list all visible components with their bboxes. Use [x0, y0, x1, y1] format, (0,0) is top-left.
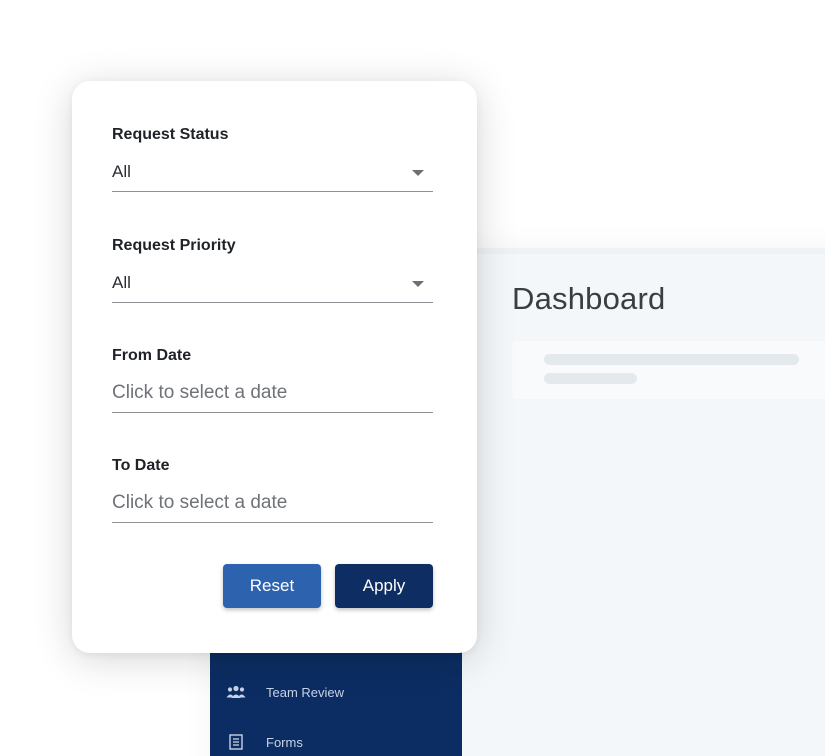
team-icon — [226, 683, 246, 701]
from-date-label: From Date — [112, 347, 192, 364]
request-status-value: All — [112, 161, 131, 181]
from-date-placeholder: Click to select a date — [112, 381, 288, 403]
sidebar-item-forms[interactable]: Forms — [210, 722, 462, 756]
request-status-field: Request Status All — [112, 126, 433, 192]
request-priority-select[interactable]: All — [112, 263, 433, 303]
to-date-label: To Date — [112, 457, 170, 474]
from-date-input[interactable]: Click to select a date — [112, 373, 433, 413]
request-priority-label: Request Priority — [112, 237, 236, 254]
forms-icon — [226, 733, 246, 751]
chevron-down-icon — [412, 281, 424, 287]
content-card — [512, 341, 825, 399]
apply-button[interactable]: Apply — [335, 564, 433, 608]
sidebar-item-team-review[interactable]: Team Review — [210, 672, 462, 712]
request-priority-field: Request Priority All — [112, 237, 433, 303]
sidebar-item-label: Forms — [266, 734, 303, 750]
skeleton-line — [544, 373, 637, 384]
request-priority-value: All — [112, 272, 131, 292]
to-date-placeholder: Click to select a date — [112, 491, 288, 513]
from-date-field: From Date Click to select a date — [112, 347, 433, 413]
skeleton-line — [544, 354, 799, 365]
to-date-field: To Date Click to select a date — [112, 457, 433, 523]
filter-panel: Request Status All Request Priority All … — [72, 81, 477, 653]
page-title: Dashboard — [512, 281, 666, 316]
request-status-label: Request Status — [112, 126, 229, 143]
stage: Dashboard Team Review Forms Request Stat… — [0, 0, 825, 756]
chevron-down-icon — [412, 170, 424, 176]
sidebar-item-label: Team Review — [266, 684, 345, 700]
reset-button[interactable]: Reset — [223, 564, 321, 608]
request-status-select[interactable]: All — [112, 152, 433, 192]
to-date-input[interactable]: Click to select a date — [112, 483, 433, 523]
